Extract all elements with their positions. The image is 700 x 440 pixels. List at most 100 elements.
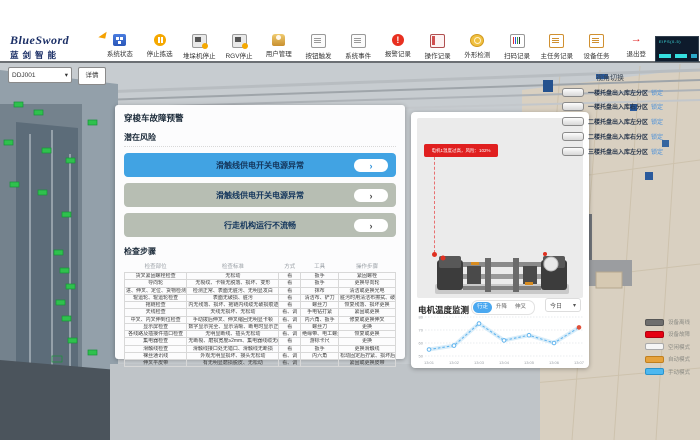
toolbar-button-system-event[interactable]: 系统事件 (338, 34, 378, 62)
lock-link[interactable]: 锁定 (651, 132, 663, 141)
table-cell: 看 (279, 273, 301, 280)
risk-button[interactable]: 行走机构运行不流畅› (124, 213, 396, 237)
x-tick-label: 13:07 (574, 360, 585, 365)
table-cell: 更换 (339, 323, 396, 330)
lock-link[interactable]: 锁定 (651, 88, 663, 97)
table-cell: 滑触线检查 (125, 345, 187, 352)
table-cell: 游标卡尺 (301, 338, 339, 345)
table-cell: 辊运轮、辊运轮检查 (125, 294, 187, 301)
steps-title: 检查步骤 (124, 246, 396, 257)
view-camera-button[interactable] (562, 102, 584, 111)
table-row: 显示屏检查数字显示完全、显示清晰、断电时显示正常看螺丝刀更换 (125, 323, 396, 330)
chevron-right-icon: › (370, 191, 373, 201)
view-item-label: 二楼托盘出入库左分区 (588, 117, 648, 126)
table-cell: 无断裂、磨损宽度≥2mm、集电器线缆无破损 (187, 338, 279, 345)
legend-label: 设备离线 (668, 318, 690, 326)
table-cell: 松动固定后拧紧、损坏后更换 (339, 352, 396, 359)
toolbar-button-label: 按钮触发 (305, 50, 331, 60)
table-cell: 中叉、内叉伸到位检查 (125, 316, 187, 323)
toolbar-button-label: 停止拣选 (147, 48, 173, 58)
toolbar-button-stacker-stop[interactable]: 堆垛机停止 (179, 34, 219, 62)
toolbar-button-network[interactable]: 系统状态 (100, 34, 140, 62)
device-task-icon (589, 34, 604, 48)
legend-swatch (645, 319, 664, 326)
table-cell: 看 (279, 345, 301, 352)
table-cell: 外观无明显损坏、接头无松动 (187, 352, 279, 359)
detail-button[interactable]: 详情 (78, 67, 106, 85)
shuttle-render-area[interactable]: 电机1温度过高，风险：102% (417, 118, 583, 298)
toolbar-button-button-trigger[interactable]: 按钮触发 (299, 34, 339, 62)
toolbar-button-pause[interactable]: 停止拣选 (140, 34, 180, 62)
table-cell: 看 (279, 294, 301, 301)
toolbar-button-label: 退出登 (626, 48, 646, 58)
toolbar-items: 系统状态 停止拣选堆垛机停止RGV停止用户管理按钮触发系统事件报警记录 操作记录外形… (100, 34, 656, 62)
lock-link[interactable]: 锁定 (651, 117, 663, 126)
table-row: 伸叉平皮带有无明显磨损脱皮、无松动看、调紧固或更换皮带 (125, 360, 396, 367)
table-cell: 显示屏检查 (125, 323, 187, 330)
view-camera-button[interactable] (562, 117, 584, 126)
toolbar-button-label: 主任务记录 (541, 50, 574, 60)
table-cell: 螺丝刀 (301, 323, 339, 330)
table-cell: 天线检查 (125, 309, 187, 316)
table-cell: 看、调 (279, 352, 301, 359)
main-task-icon (549, 34, 564, 48)
table-row: 中叉、内叉伸到位检查手动拨后伸叉、伸叉缩回无明显卡顿看、调内六角、扳手修复或更换… (125, 316, 396, 323)
toolbar-button-label: 系统状态 (107, 48, 133, 58)
table-cell: 抹布 (301, 287, 339, 294)
legend-label: 自动模式 (668, 355, 690, 363)
toolbar-button-user[interactable]: 用户管理 (259, 34, 299, 62)
toolbar-button-main-task[interactable]: 主任务记录 (537, 34, 577, 62)
table-row: 集电器检查无断裂、磨损宽度≥2mm、集电器线缆无破损看游标卡尺更换 (125, 338, 396, 345)
risk-arrow-pill[interactable]: › (354, 159, 388, 172)
check-steps-table: 检查部位检查标准方式工具操作步骤 货叉紧固螺栓检查无松动看扳手紧固螺栓导向轮无裂… (124, 260, 396, 367)
risk-button[interactable]: 滑触线供电开关电源异常› (124, 183, 396, 207)
table-cell: 内六角 (301, 352, 339, 359)
risk-list: 滑触线供电开关电源异常› 滑触线供电开关电源异常› 行走机构运行不流畅› (124, 153, 396, 237)
table-cell: 清洁或更换光电 (339, 287, 396, 294)
chevron-right-icon: › (370, 161, 373, 171)
toolbar-button-label: 报警记录 (385, 48, 411, 58)
table-cell: 扳手 (301, 280, 339, 287)
mini-monitor-bars (659, 54, 697, 58)
view-item: 二楼托盘出入库左分区锁定 (562, 116, 698, 128)
table-cell: 恢复残落、损坏更换 (339, 302, 396, 309)
table-cell: 表面无破损、脏污 (187, 294, 279, 301)
table-cell: 看、调 (279, 331, 301, 338)
table-row: 各线路及插接件插口检查无明显断线、插头无松动看、调绝缘带、电工螺丝恢复或更换 (125, 331, 396, 338)
lock-link[interactable]: 锁定 (651, 147, 663, 156)
table-cell: 脏污时用清洁布擦拭、破损更换 (339, 294, 396, 301)
toolbar-button-label: 操作记录 (425, 50, 451, 60)
table-cell: 无裂纹、卡顿无脱落、损坏、变形 (187, 280, 279, 287)
fault-warning-panel: 穿梭车故障预警 潜在风险 滑触线供电开关电源异常›滑触线供电开关电源异常›行走机… (115, 105, 405, 359)
legend-swatch (645, 368, 664, 375)
x-tick-label: 13:05 (524, 360, 535, 365)
view-camera-button[interactable] (562, 88, 584, 97)
time-range-select[interactable]: 今日 ▾ (545, 298, 581, 312)
toolbar-button-barcode[interactable]: 扫码记录 (497, 34, 537, 62)
toolbar-button-shape-detect[interactable]: 外形检测 (457, 34, 497, 62)
mini-monitor[interactable]: EIPS(0-5) (655, 36, 699, 62)
toolbar-button-operation-log[interactable]: 操作记录 (418, 34, 458, 62)
risk-arrow-pill[interactable]: › (354, 189, 388, 202)
button-trigger-icon (311, 34, 326, 48)
chevron-down-icon: ▾ (573, 302, 576, 309)
toolbar-button-rgv-stop[interactable]: RGV停止 (219, 34, 259, 62)
toolbar-button-device-task[interactable]: 设备任务 (577, 34, 617, 62)
table-cell: 看 (279, 338, 301, 345)
temperature-line-chart[interactable]: 8070605013:0113:0213:0313:0413:0513:0613… (409, 312, 593, 370)
view-camera-button[interactable] (562, 132, 584, 141)
panel-title: 穿梭车故障预警 (124, 112, 396, 124)
risk-arrow-pill[interactable]: › (354, 219, 388, 232)
view-camera-button[interactable] (562, 147, 584, 156)
device-select[interactable]: DDJ001 ▾ (8, 67, 72, 83)
lock-link[interactable]: 锁定 (651, 102, 663, 111)
view-item: 二楼托盘出入库右分区锁定 (562, 130, 698, 142)
risk-button[interactable]: 滑触线供电开关电源异常› (124, 153, 396, 177)
toolbar-button-alarm[interactable]: 报警记录 (378, 34, 418, 62)
view-item: 三楼托盘出入库左分区锁定 (562, 145, 698, 157)
view-item: 一楼托盘出入库右分区锁定 (562, 101, 698, 113)
table-cell: 看、调 (279, 360, 301, 367)
x-tick-label: 13:03 (474, 360, 485, 365)
toolbar-button-logout[interactable]: 退出登 (616, 34, 656, 62)
legend-swatch (645, 343, 664, 350)
